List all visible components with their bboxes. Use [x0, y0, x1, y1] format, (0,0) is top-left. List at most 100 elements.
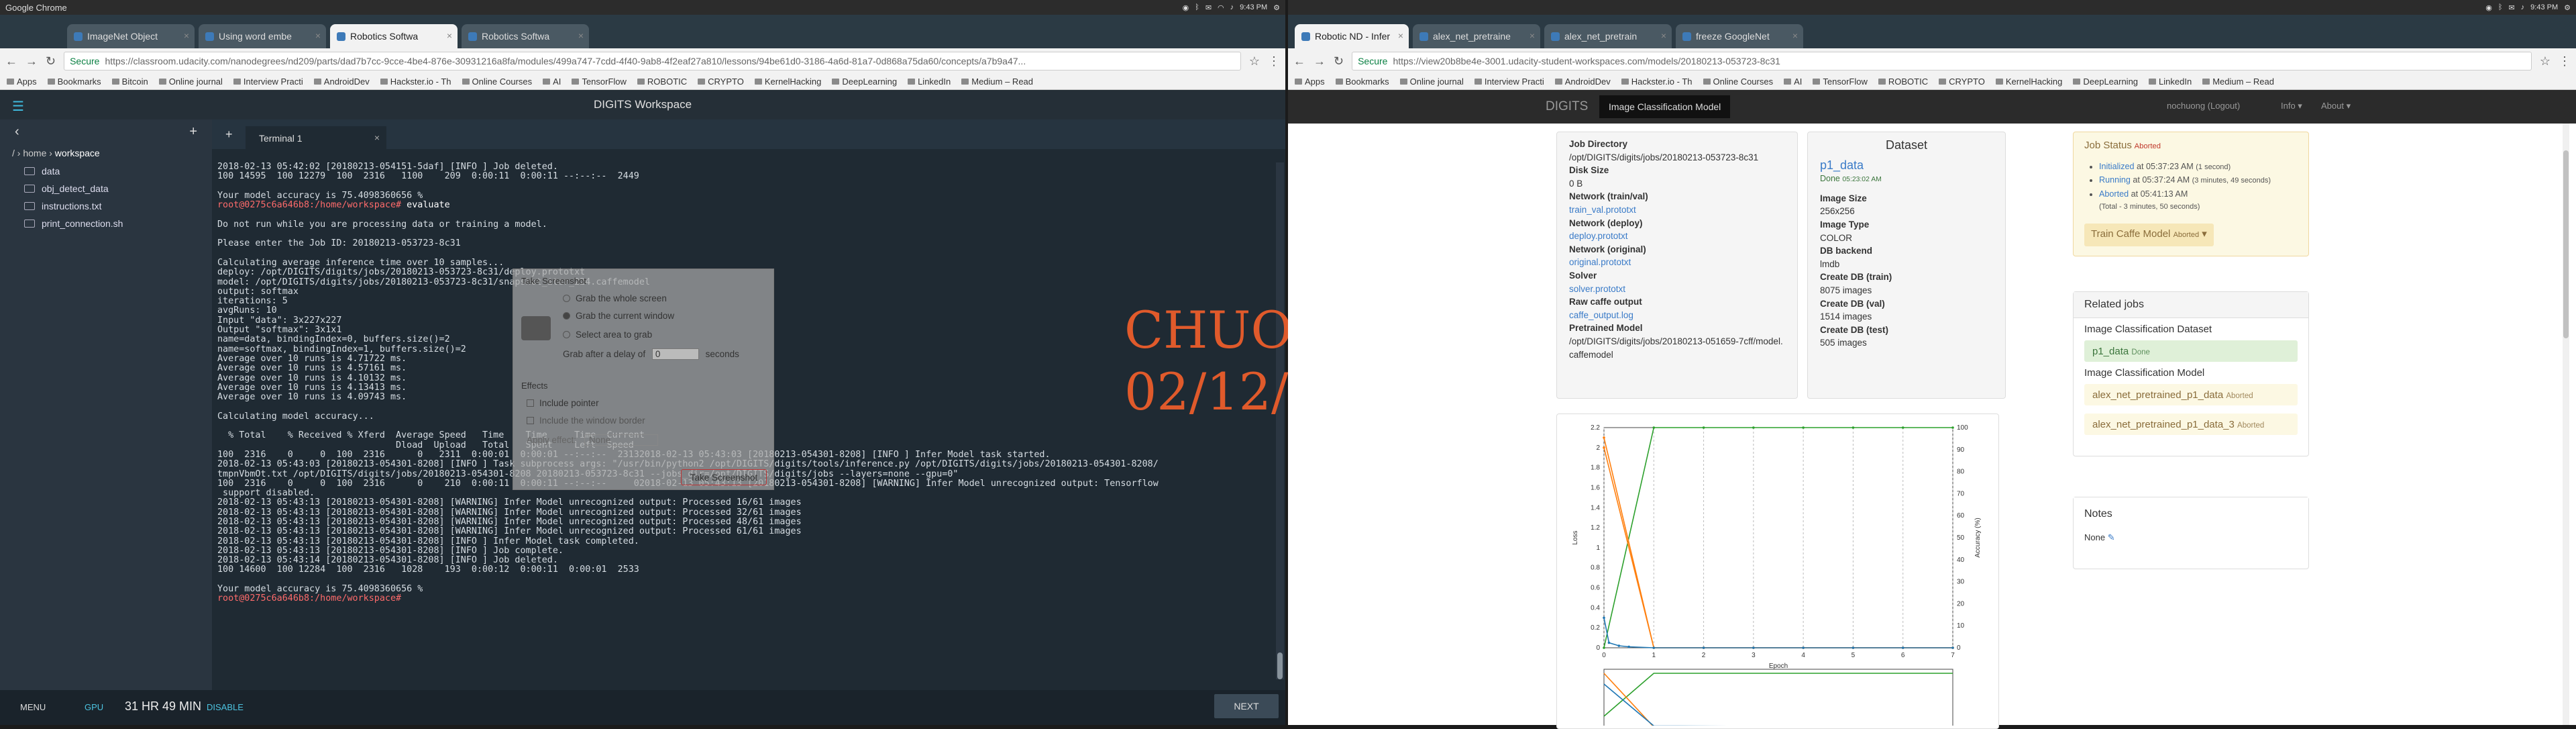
bookmark-item[interactable]: Apps: [1295, 77, 1325, 87]
next-button[interactable]: NEXT: [1214, 694, 1279, 718]
bookmark-item[interactable]: CRYPTO: [1939, 77, 1985, 87]
file-item[interactable]: instructions.txt: [0, 197, 212, 215]
system-tray-right[interactable]: ◉ ᛒ ✉ ♪ 9:43 PM ⚙: [2485, 3, 2571, 12]
close-icon[interactable]: ×: [1398, 30, 1403, 41]
solver-link[interactable]: solver.prototxt: [1569, 284, 1625, 294]
related-model-item[interactable]: alex_net_pretrained_p1_data Aborted: [2084, 384, 2298, 405]
url-input[interactable]: Secure https://classroom.udacity.com/nan…: [64, 52, 1241, 70]
bookmark-item[interactable]: Online journal: [1399, 77, 1464, 87]
related-model-item[interactable]: alex_net_pretrained_p1_data_3 Aborted: [2084, 414, 2298, 435]
bookmark-item[interactable]: ROBOTIC: [637, 77, 687, 87]
disable-gpu-button[interactable]: DISABLE: [207, 702, 244, 712]
close-icon[interactable]: ×: [1792, 30, 1798, 41]
file-item[interactable]: print_connection.sh: [0, 215, 212, 232]
bookmark-item[interactable]: TensorFlow: [572, 77, 627, 87]
clock[interactable]: 9:43 PM: [2530, 3, 2558, 11]
bookmark-item[interactable]: LinkedIn: [908, 77, 951, 87]
bookmark-item[interactable]: AI: [543, 77, 561, 87]
bookmark-item[interactable]: Interview Practi: [233, 77, 303, 87]
bookmark-item[interactable]: LinkedIn: [2149, 77, 2192, 87]
bluetooth-icon[interactable]: ᛒ: [1195, 3, 1199, 11]
terminal-tab[interactable]: Terminal 1 ×: [246, 126, 386, 149]
bookmark-item[interactable]: Medium – Read: [961, 77, 1033, 87]
browser-tab[interactable]: alex_net_pretraine ×: [1413, 24, 1540, 48]
gpu-toggle[interactable]: GPU: [85, 702, 103, 712]
close-icon[interactable]: ×: [315, 30, 321, 41]
radio-current-window[interactable]: Grab the current window: [563, 311, 674, 321]
scrollbar-thumb[interactable]: [2563, 150, 2569, 338]
browser-tab[interactable]: Robotics Softwa ×: [462, 24, 589, 48]
train-model-button[interactable]: Train Caffe Model Aborted ▾: [2084, 223, 2214, 246]
new-terminal-icon[interactable]: +: [225, 128, 233, 142]
url-input[interactable]: Secure https://view20b8be4e-3001.udacity…: [1352, 52, 2532, 70]
reload-icon[interactable]: ↻: [46, 54, 56, 68]
page-scrollbar[interactable]: [2563, 124, 2569, 725]
dataset-link[interactable]: p1_data: [1820, 158, 1864, 172]
back-icon[interactable]: ←: [1293, 54, 1305, 68]
volume-icon[interactable]: ♪: [1230, 3, 1234, 11]
bookmark-item[interactable]: KernelHacking: [1995, 77, 2062, 87]
browser-tab-active[interactable]: Robotics Softwa ×: [330, 24, 458, 48]
edit-icon[interactable]: ✎: [2108, 532, 2115, 542]
close-icon[interactable]: ×: [374, 132, 380, 143]
add-icon[interactable]: +: [189, 124, 197, 140]
bookmark-item[interactable]: Bookmarks: [47, 77, 101, 87]
browser-tab-active[interactable]: Robotic ND - Infer ×: [1295, 24, 1409, 48]
back-icon[interactable]: ←: [5, 54, 17, 68]
info-menu[interactable]: Info ▾: [2281, 101, 2302, 111]
bookmark-item[interactable]: Bitcoin: [111, 77, 148, 87]
bookmark-item[interactable]: KernelHacking: [754, 77, 821, 87]
about-menu[interactable]: About ▾: [2321, 101, 2351, 111]
volume-icon[interactable]: ♪: [2521, 3, 2525, 11]
radio-select-area[interactable]: Select area to grab: [563, 330, 652, 340]
take-screenshot-button[interactable]: Take Screenshot: [681, 469, 767, 485]
settings-icon[interactable]: ⚙: [1273, 3, 1280, 12]
include-pointer-checkbox[interactable]: Include pointer: [527, 398, 599, 408]
bookmark-item[interactable]: AndroidDev: [313, 77, 370, 87]
effect-select[interactable]: None: [584, 434, 658, 446]
network-deploy-link[interactable]: deploy.prototxt: [1569, 231, 1628, 241]
reload-icon[interactable]: ↻: [1334, 54, 1344, 68]
network-original-link[interactable]: original.prototxt: [1569, 257, 1631, 267]
bookmark-item[interactable]: Online journal: [158, 77, 223, 87]
close-icon[interactable]: ×: [447, 30, 452, 41]
close-icon[interactable]: ×: [1661, 30, 1666, 41]
bookmark-item[interactable]: Interview Practi: [1474, 77, 1544, 87]
related-dataset-item[interactable]: p1_data Done: [2084, 340, 2298, 362]
footer-menu-button[interactable]: MENU: [20, 702, 46, 712]
browser-tab[interactable]: ImageNet Object ×: [67, 24, 195, 48]
scrollbar-thumb[interactable]: [1277, 652, 1283, 679]
bookmark-item[interactable]: DeepLearning: [2073, 77, 2138, 87]
browser-tab[interactable]: alex_net_pretrain ×: [1544, 24, 1672, 48]
star-icon[interactable]: ☆: [2540, 54, 2551, 68]
menu-icon[interactable]: ⋮: [1268, 54, 1280, 68]
nav-current-page[interactable]: Image Classification Model: [1599, 95, 1731, 118]
network-icon[interactable]: ◉: [2485, 3, 2492, 12]
star-icon[interactable]: ☆: [1249, 54, 1260, 68]
file-item[interactable]: obj_detect_data: [0, 180, 212, 197]
file-item[interactable]: data: [0, 162, 212, 180]
bookmark-item[interactable]: DeepLearning: [832, 77, 897, 87]
breadcrumb-current[interactable]: workspace: [55, 148, 100, 158]
system-tray[interactable]: ◉ ᛒ ✉ ◠ ♪ 9:43 PM ⚙: [1183, 3, 1280, 12]
forward-icon[interactable]: →: [25, 54, 38, 68]
menu-icon[interactable]: ⋮: [2559, 54, 2571, 68]
mail-icon[interactable]: ✉: [1205, 3, 1212, 12]
bookmark-item[interactable]: Hackster.io - Th: [1621, 77, 1693, 87]
bookmark-item[interactable]: Online Courses: [462, 77, 532, 87]
radio-whole-screen[interactable]: Grab the whole screen: [563, 293, 667, 303]
raw-output-link[interactable]: caffe_output.log: [1569, 310, 1633, 320]
bookmark-item[interactable]: ROBOTIC: [1878, 77, 1928, 87]
network-icon[interactable]: ◉: [1183, 3, 1189, 12]
bookmark-item[interactable]: Medium – Read: [2202, 77, 2274, 87]
digits-brand[interactable]: DIGITS: [1546, 99, 1588, 114]
delay-spinner[interactable]: 0: [651, 348, 699, 360]
close-icon[interactable]: ×: [1529, 30, 1535, 41]
mail-icon[interactable]: ✉: [2508, 3, 2514, 12]
close-icon[interactable]: ×: [184, 30, 189, 41]
browser-tab[interactable]: Using word embe ×: [199, 24, 326, 48]
bookmark-item[interactable]: TensorFlow: [1813, 77, 1868, 87]
chevron-left-icon[interactable]: ‹: [15, 124, 19, 140]
settings-icon[interactable]: ⚙: [2564, 3, 2571, 12]
user-logout-link[interactable]: nochuong (Logout): [2167, 101, 2240, 111]
